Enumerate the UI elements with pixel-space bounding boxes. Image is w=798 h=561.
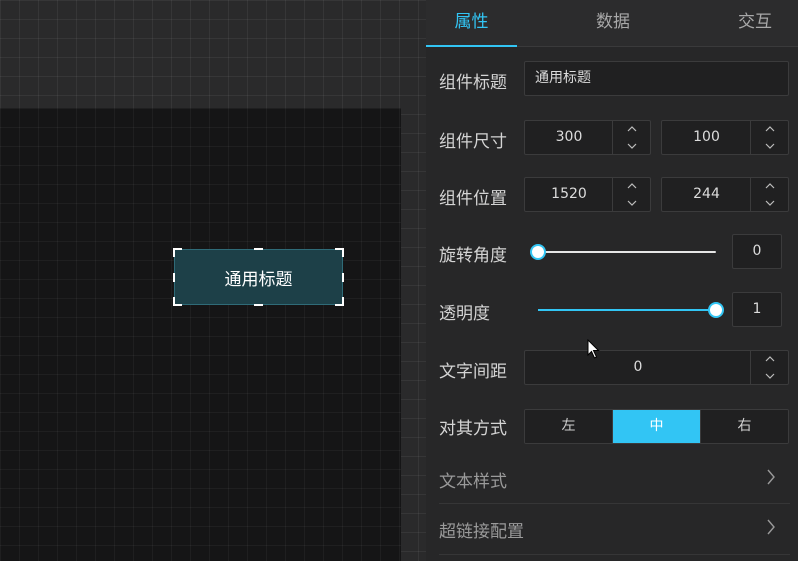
widget-title-text: 通用标题 <box>224 269 293 290</box>
x-stepper[interactable]: 1520 <box>524 177 651 212</box>
chevron-down-icon[interactable] <box>751 195 788 211</box>
resize-handle-bottom[interactable] <box>254 304 263 306</box>
text-style-label: 文本样式 <box>439 472 507 492</box>
slider-fill <box>538 309 716 311</box>
position-label: 组件位置 <box>439 189 507 209</box>
resize-handle-left[interactable] <box>173 273 175 282</box>
y-value[interactable]: 244 <box>662 178 751 211</box>
align-right-option[interactable]: 右 <box>700 410 788 443</box>
chevron-down-icon[interactable] <box>751 138 788 154</box>
width-stepper[interactable]: 300 <box>524 120 651 155</box>
chevron-up-icon[interactable] <box>613 178 650 194</box>
opacity-row: 透明度 1 <box>426 292 798 328</box>
size-row: 组件尺寸 300 100 <box>426 120 798 156</box>
design-canvas[interactable]: 通用标题 <box>0 0 426 561</box>
x-stepper-buttons <box>612 178 650 211</box>
section-divider <box>439 554 790 555</box>
chevron-up-icon[interactable] <box>751 351 788 367</box>
opacity-slider[interactable] <box>538 302 724 318</box>
y-stepper[interactable]: 244 <box>661 177 789 212</box>
rotation-value[interactable]: 0 <box>732 234 782 269</box>
resize-handle-top-left[interactable] <box>173 248 182 257</box>
resize-handle-bottom-left[interactable] <box>173 297 182 306</box>
align-label: 对其方式 <box>439 419 507 439</box>
width-stepper-buttons <box>612 121 650 154</box>
resize-handle-bottom-right[interactable] <box>335 297 344 306</box>
chevron-down-icon[interactable] <box>613 138 650 154</box>
chevron-right-icon <box>767 469 776 489</box>
align-left-option[interactable]: 左 <box>525 410 612 443</box>
rotation-slider[interactable] <box>530 244 716 260</box>
resize-handle-top[interactable] <box>254 248 263 250</box>
chevron-up-icon[interactable] <box>751 178 788 194</box>
y-stepper-buttons <box>750 178 788 211</box>
tab-properties[interactable]: 属性 <box>426 0 517 47</box>
size-label: 组件尺寸 <box>439 132 507 152</box>
resize-handle-top-right[interactable] <box>335 248 344 257</box>
align-row: 对其方式 左 中 右 <box>426 409 798 445</box>
title-row: 组件标题 通用标题 <box>426 61 798 97</box>
mouse-pointer-icon <box>587 338 600 363</box>
width-value[interactable]: 300 <box>525 121 613 154</box>
panel-tabs: 属性 数据 交互 <box>426 0 798 47</box>
text-style-section[interactable]: 文本样式 <box>426 453 798 503</box>
tab-data[interactable]: 数据 <box>596 0 630 47</box>
letter-spacing-label: 文字间距 <box>439 362 507 382</box>
hyperlink-config-section[interactable]: 超链接配置 <box>426 504 798 554</box>
slider-thumb[interactable] <box>708 302 724 318</box>
rotation-label: 旋转角度 <box>439 246 507 266</box>
chevron-down-icon[interactable] <box>613 195 650 211</box>
title-input[interactable]: 通用标题 <box>524 61 789 96</box>
chevron-down-icon[interactable] <box>751 368 788 384</box>
hyperlink-config-label: 超链接配置 <box>439 522 524 542</box>
opacity-value[interactable]: 1 <box>732 292 782 327</box>
slider-thumb[interactable] <box>530 244 546 260</box>
align-center-option[interactable]: 中 <box>612 410 700 443</box>
letter-spacing-row: 文字间距 0 <box>426 350 798 386</box>
align-segmented-control: 左 中 右 <box>524 409 789 444</box>
canvas-stage[interactable] <box>0 108 401 561</box>
chevron-up-icon[interactable] <box>613 121 650 137</box>
height-value[interactable]: 100 <box>662 121 751 154</box>
tab-interaction[interactable]: 交互 <box>738 0 772 47</box>
letter-spacing-value[interactable]: 0 <box>525 351 751 384</box>
properties-panel: 属性 数据 交互 组件标题 通用标题 组件尺寸 300 100 组件位置 152… <box>426 0 798 561</box>
slider-track <box>538 251 716 253</box>
resize-handle-right[interactable] <box>342 273 344 282</box>
title-label: 组件标题 <box>439 73 507 93</box>
height-stepper[interactable]: 100 <box>661 120 789 155</box>
chevron-up-icon[interactable] <box>751 121 788 137</box>
opacity-label: 透明度 <box>439 304 490 324</box>
rotation-row: 旋转角度 0 <box>426 234 798 270</box>
selected-title-widget[interactable]: 通用标题 <box>173 248 344 306</box>
letter-spacing-stepper-buttons <box>750 351 788 384</box>
height-stepper-buttons <box>750 121 788 154</box>
chevron-right-icon <box>767 519 776 539</box>
letter-spacing-stepper[interactable]: 0 <box>524 350 789 385</box>
position-row: 组件位置 1520 244 <box>426 177 798 213</box>
x-value[interactable]: 1520 <box>525 178 613 211</box>
